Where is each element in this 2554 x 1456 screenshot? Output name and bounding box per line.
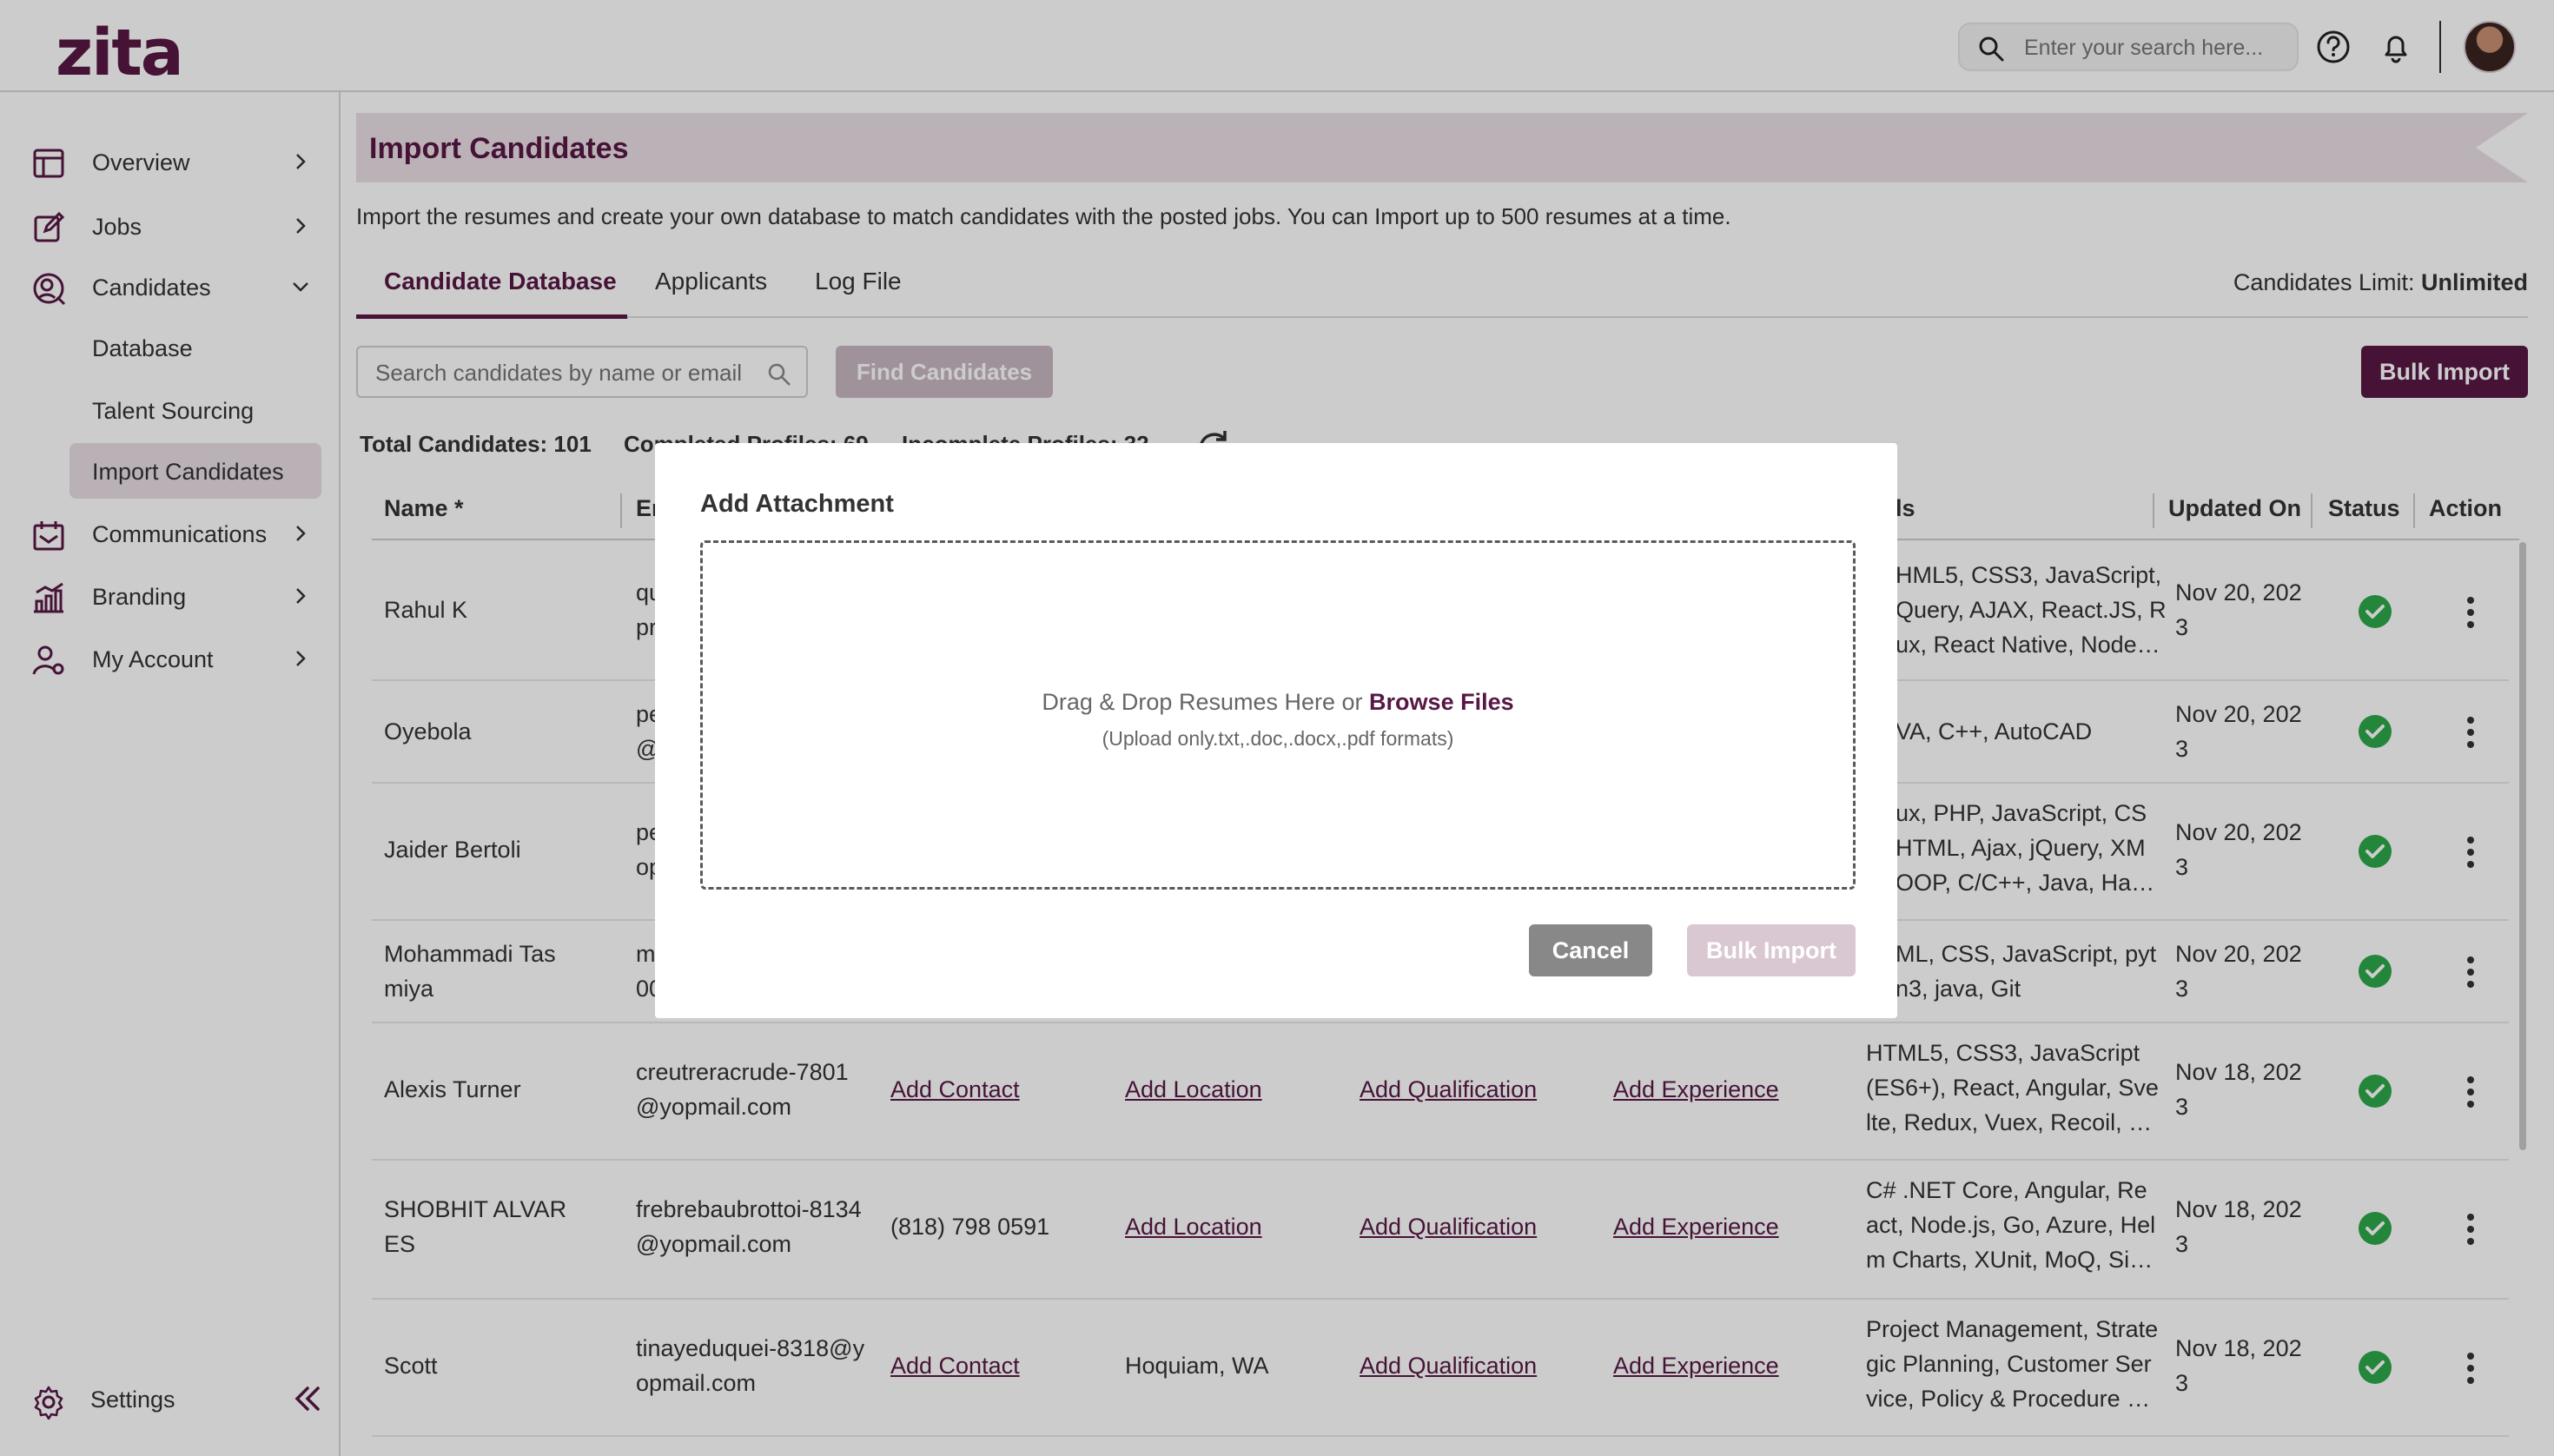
modal-title: Add Attachment <box>700 490 894 518</box>
browse-files-link[interactable]: Browse Files <box>1369 689 1514 715</box>
drop-text: Drag & Drop Resumes Here or <box>1042 689 1363 715</box>
modal-bulk-import-button[interactable]: Bulk Import <box>1687 924 1856 976</box>
dropzone-instructions: Drag & Drop Resumes Here or Browse Files <box>703 689 1853 716</box>
resume-dropzone[interactable]: Drag & Drop Resumes Here or Browse Files… <box>700 540 1856 890</box>
cancel-button[interactable]: Cancel <box>1529 924 1652 976</box>
add-attachment-modal: Add Attachment Drag & Drop Resumes Here … <box>655 443 1897 1018</box>
accepted-formats: (Upload only.txt,.doc,.docx,.pdf formats… <box>1102 727 1454 750</box>
